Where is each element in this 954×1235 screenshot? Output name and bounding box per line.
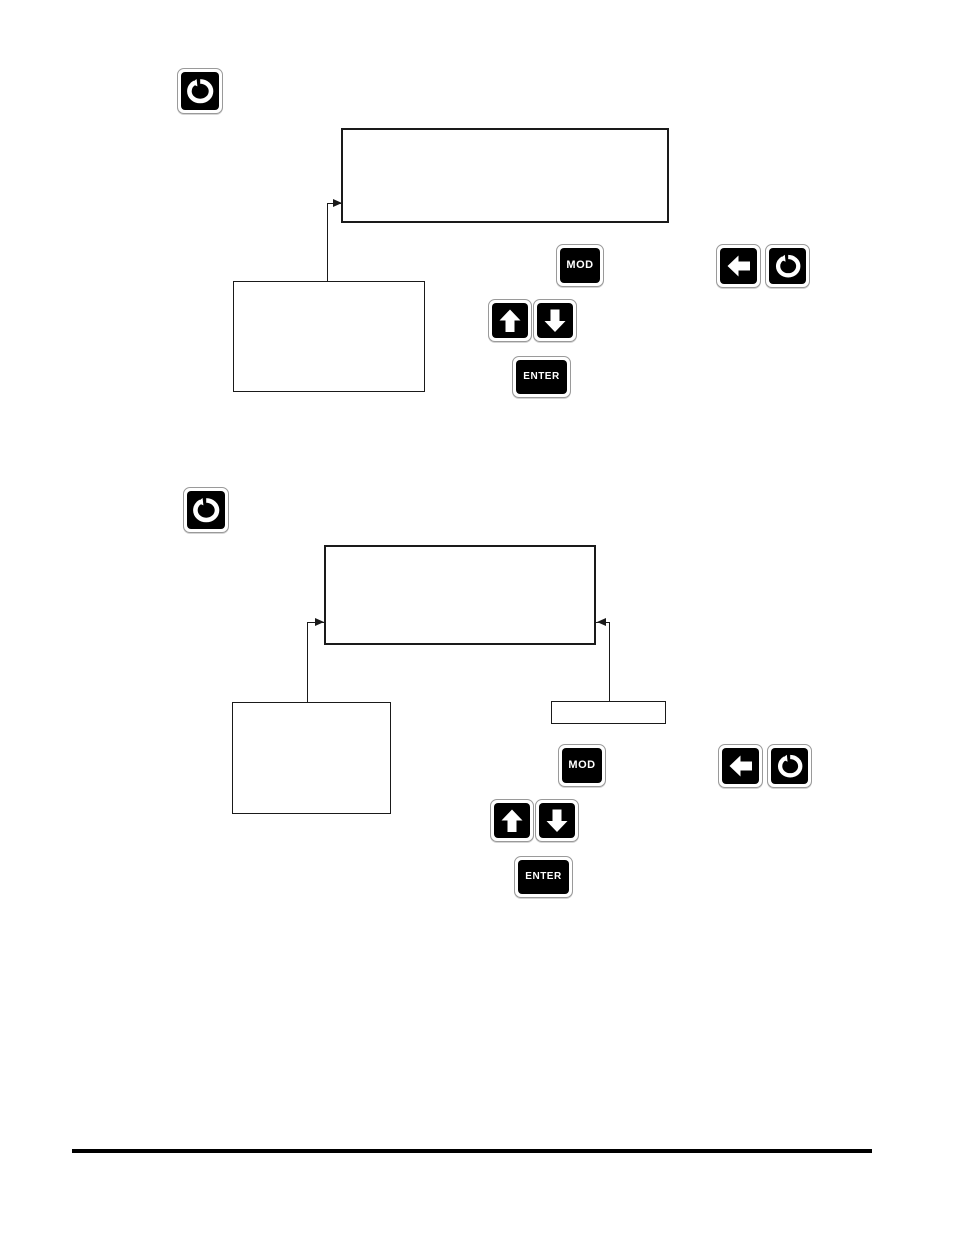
key-face <box>771 748 808 784</box>
d2-main-box <box>324 545 596 645</box>
key-face: ENTER <box>518 860 569 894</box>
rotate-icon <box>185 76 215 106</box>
d2-key-rotate[interactable] <box>767 744 812 788</box>
arrow-down-icon <box>543 308 567 334</box>
d1-connector-arrowhead <box>333 198 342 207</box>
d1-key-up[interactable] <box>488 299 532 342</box>
mode-rotate-key-2[interactable] <box>183 487 229 533</box>
d1-key-enter-label: ENTER <box>523 371 560 382</box>
d1-main-box <box>341 128 669 223</box>
d2-key-up[interactable] <box>490 799 534 842</box>
arrow-up-icon <box>498 308 522 334</box>
d2-left-connector-vertical <box>307 622 308 703</box>
key-face <box>769 248 806 284</box>
d1-key-back[interactable] <box>716 244 761 288</box>
arrow-down-icon <box>545 808 569 834</box>
d2-right-connector-vertical <box>609 622 610 702</box>
key-face: MOD <box>560 248 600 283</box>
d2-small-box <box>551 701 666 724</box>
key-face: MOD <box>562 748 602 783</box>
rotate-icon <box>191 495 221 525</box>
d1-key-down[interactable] <box>533 299 577 342</box>
arrow-left-icon <box>728 754 754 778</box>
d2-key-enter[interactable]: ENTER <box>514 856 573 898</box>
d2-sub-box-text <box>233 703 390 711</box>
arrow-left-icon <box>726 254 752 278</box>
mode-rotate-key-1[interactable] <box>177 68 223 114</box>
d1-key-mod[interactable]: MOD <box>556 244 604 287</box>
rotate-icon <box>776 752 804 780</box>
d1-key-rotate[interactable] <box>765 244 810 288</box>
footer-divider <box>72 1149 872 1153</box>
d2-key-enter-label: ENTER <box>525 871 562 882</box>
key-face <box>494 803 530 838</box>
d2-left-connector-arrowhead <box>315 617 324 626</box>
d1-main-box-text <box>343 130 667 138</box>
arrow-up-icon <box>500 808 524 834</box>
d2-main-box-text <box>326 547 594 555</box>
d1-key-mod-label: MOD <box>566 259 594 271</box>
d1-key-enter[interactable]: ENTER <box>512 356 571 398</box>
rotate-icon <box>774 252 802 280</box>
key-face <box>539 803 575 838</box>
key-face: ENTER <box>516 360 567 394</box>
key-face <box>187 491 225 529</box>
d2-key-mod[interactable]: MOD <box>558 744 606 787</box>
d2-key-mod-label: MOD <box>568 759 596 771</box>
document-page: MOD ENTER MOD ENTER <box>0 0 954 1235</box>
d2-right-connector-arrowhead <box>597 617 606 626</box>
d1-sub-box <box>233 281 425 392</box>
d1-connector-vertical <box>327 203 328 282</box>
d2-sub-box <box>232 702 391 814</box>
d2-small-box-text <box>552 702 665 710</box>
key-face <box>720 248 757 284</box>
d2-key-back[interactable] <box>718 744 763 788</box>
key-face <box>181 72 219 110</box>
key-face <box>537 303 573 338</box>
d1-sub-box-text <box>234 282 424 290</box>
key-face <box>492 303 528 338</box>
d2-key-down[interactable] <box>535 799 579 842</box>
key-face <box>722 748 759 784</box>
